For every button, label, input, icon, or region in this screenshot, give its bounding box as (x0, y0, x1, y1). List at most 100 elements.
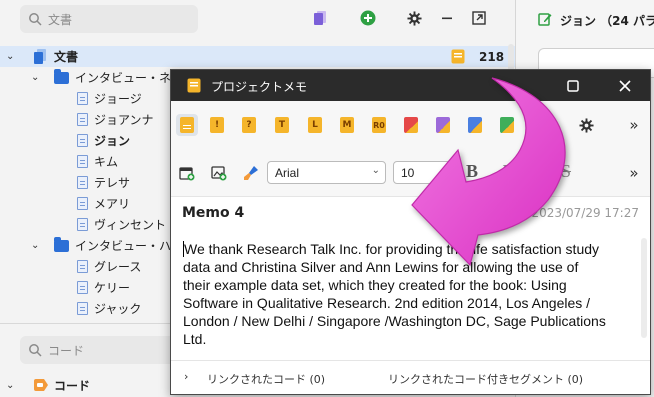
memo-type-l-button[interactable]: L (304, 114, 326, 136)
bold-button[interactable]: B (466, 161, 478, 182)
memo-line: London / New Delhi / Singapore /Washingt… (183, 313, 606, 329)
tree-label: ケリー (94, 281, 131, 295)
document-icon (77, 260, 91, 274)
tree-label: インタビュー・ネ (75, 71, 172, 85)
memo-text-editor[interactable]: We thank Research Talk Inc. for providin… (183, 240, 638, 360)
tree-label: テレサ (94, 176, 131, 190)
memo-line: We thank Research Talk Inc. for providin… (183, 241, 600, 257)
memo-type-r0-button[interactable]: R0 (368, 114, 390, 136)
codes-icon (33, 378, 48, 392)
documents-icon (33, 49, 47, 64)
memo-blue-icon (468, 117, 482, 133)
maximize-button[interactable] (553, 70, 593, 101)
close-button[interactable] (605, 70, 645, 101)
tree-label: ジョアンナ (94, 113, 154, 127)
tree-label: ジャック (94, 302, 142, 316)
document-icon (77, 281, 91, 295)
memo-exclamation-icon: ! (210, 117, 224, 133)
memo-type-m-button[interactable]: M (336, 114, 358, 136)
memo-m-icon: M (340, 117, 354, 133)
memo-type-exclamation-button[interactable]: ! (206, 114, 228, 136)
memo-title[interactable]: Memo 4 (182, 205, 244, 221)
memo-titlebar[interactable]: プロジェクトメモ (171, 70, 650, 101)
tree-label: コード (54, 379, 91, 393)
memo-color-blue-button[interactable] (464, 114, 486, 136)
code-search-placeholder: コード (48, 343, 85, 358)
document-search-input[interactable]: 文書 (20, 5, 198, 33)
memo-purple-icon (436, 117, 450, 133)
memo-scrollbar[interactable] (641, 238, 647, 338)
memo-author-date: Max, 2023/07/29 17:27 (499, 206, 639, 220)
chevron-down-icon: ⌄ (371, 165, 380, 176)
memo-window-icon (187, 78, 201, 96)
font-size-select[interactable]: 10 ⌄ (393, 161, 462, 184)
font-family-select[interactable]: Arial ⌄ (267, 161, 386, 184)
search-icon (29, 344, 42, 357)
memo-green-icon (500, 117, 514, 133)
memo-color-green-button[interactable] (496, 114, 518, 136)
format-painter-button[interactable] (240, 162, 262, 184)
document-icon (77, 155, 91, 169)
document-sets-icon[interactable] (311, 9, 329, 27)
tree-label: ジョン (94, 134, 131, 148)
settings-gear-icon[interactable] (405, 9, 423, 27)
underline-button[interactable]: U (529, 161, 542, 182)
memo-red-icon (404, 117, 418, 133)
chevron-down-icon[interactable]: ⌄ (6, 380, 14, 391)
chevron-right-icon[interactable]: › (184, 370, 188, 383)
linked-codes-toggle[interactable]: リンクされたコード (0) (207, 371, 325, 387)
font-size-value: 10 (401, 165, 415, 180)
linked-segments-toggle[interactable]: リンクされたコード付きセグメント (0) (388, 371, 583, 387)
italic-button[interactable]: I (501, 161, 507, 182)
undock-panel-icon[interactable] (470, 9, 488, 27)
memo-format-toolbar: Arial ⌄ 10 ⌄ B I U S » (171, 149, 650, 197)
memo-line: their example data set, which they creat… (183, 277, 567, 293)
memo-footer: › リンクされたコード (0) リンクされたコード付きセグメント (0) (171, 360, 650, 394)
font-family-value: Arial (275, 165, 300, 180)
memo-type-default-button[interactable] (176, 114, 198, 136)
toolbar-overflow-icon[interactable]: » (623, 162, 645, 184)
memo-pink-icon (532, 117, 546, 133)
document-icon (77, 302, 91, 316)
document-icon (77, 176, 91, 190)
tree-row-documents-root[interactable]: ⌄ 文書 218 (0, 46, 515, 67)
memo-settings-button[interactable] (575, 114, 597, 136)
chevron-down-icon[interactable]: ⌄ (31, 240, 39, 251)
chevron-down-icon[interactable]: ⌄ (31, 72, 39, 83)
tree-label: グレース (94, 260, 142, 274)
tree-label: メアリ (94, 197, 131, 211)
memo-window-title: プロジェクトメモ (211, 80, 308, 94)
chevron-down-icon: ⌄ (447, 165, 456, 176)
memo-color-red-button[interactable] (400, 114, 422, 136)
add-document-icon[interactable] (359, 9, 377, 27)
memo-type-t-button[interactable]: T (271, 114, 293, 136)
insert-date-button[interactable] (176, 162, 198, 184)
document-icon (77, 92, 91, 106)
memo-header: Memo 4 Max, 2023/07/29 17:27 (171, 197, 650, 231)
toolbar-overflow-icon[interactable]: » (623, 114, 645, 136)
memo-color-purple-button[interactable] (432, 114, 454, 136)
document-icon (77, 197, 91, 211)
memo-color-pink-button[interactable] (528, 114, 550, 136)
memo-question-icon: ? (242, 117, 256, 133)
search-icon (29, 13, 42, 26)
memo-icon[interactable] (451, 49, 465, 64)
image-add-icon (211, 166, 227, 181)
brush-icon (244, 166, 258, 180)
memo-l-icon: L (308, 117, 322, 133)
memo-t-icon: T (275, 117, 289, 133)
document-header: ジョン （24 パラ (560, 14, 654, 28)
gear-icon (578, 117, 594, 133)
document-search-placeholder: 文書 (48, 12, 73, 27)
memo-type-question-button[interactable]: ? (238, 114, 260, 136)
document-count: 218 (479, 49, 505, 64)
tree-label: ヴィンセント (94, 218, 167, 232)
chevron-down-icon[interactable]: ⌄ (6, 51, 14, 62)
tree-label: ジョージ (94, 92, 142, 106)
memo-default-icon (180, 117, 194, 133)
edit-document-icon[interactable] (538, 12, 552, 26)
strikethrough-button[interactable]: S (561, 161, 571, 182)
maximize-icon (567, 79, 579, 92)
minimize-panel-icon[interactable] (438, 9, 456, 27)
insert-image-button[interactable] (208, 162, 230, 184)
